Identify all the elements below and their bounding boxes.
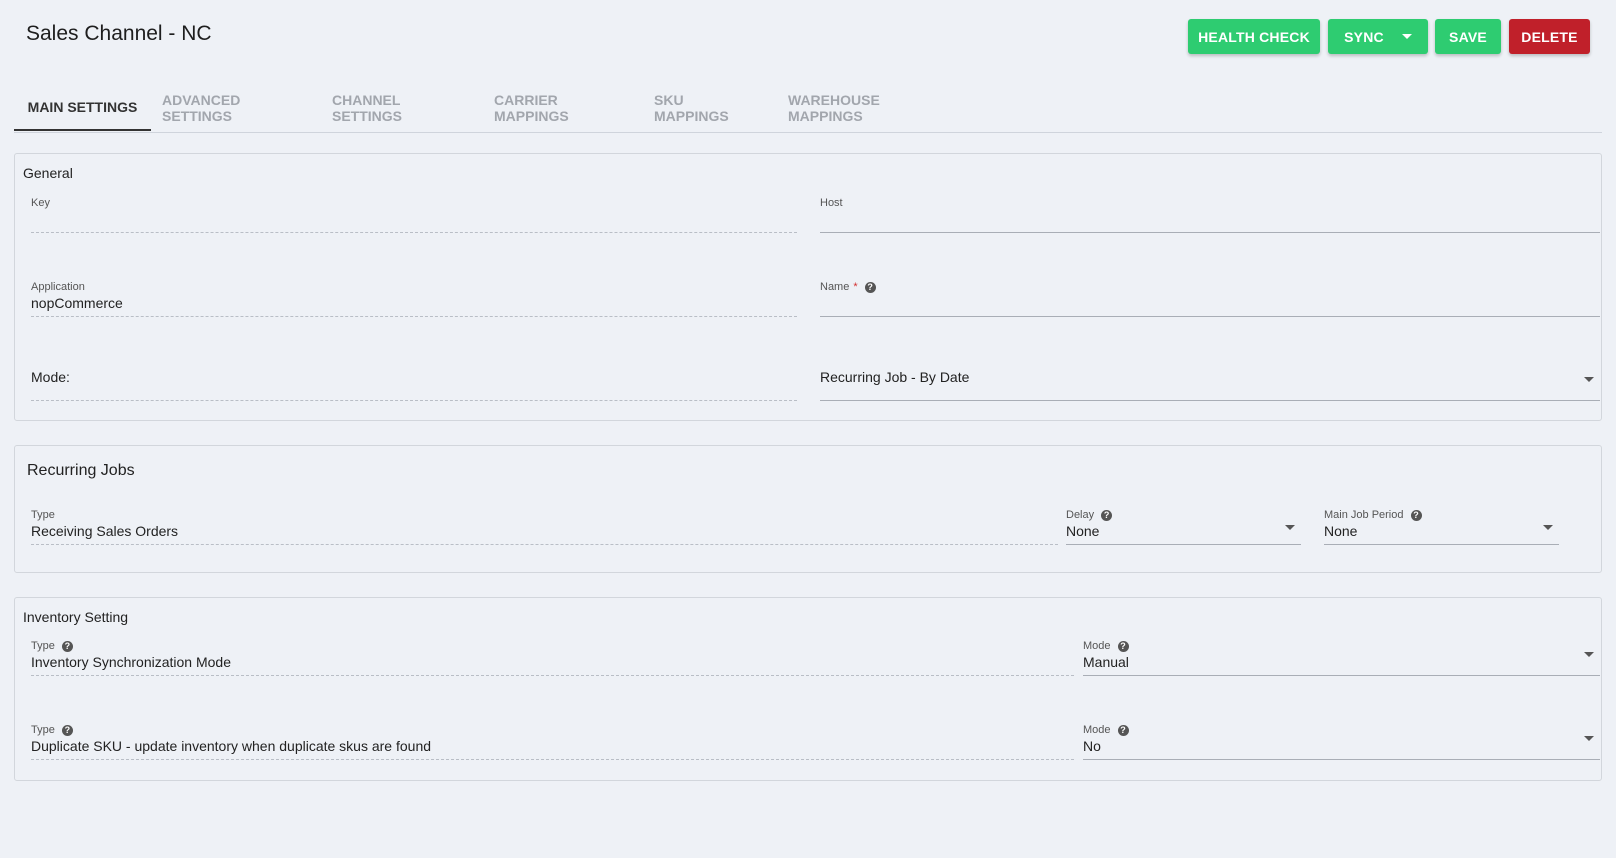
health-check-label: HEALTH CHECK (1198, 28, 1310, 45)
duplicate-sku-type-value: Duplicate SKU - update inventory when du… (31, 738, 432, 754)
chevron-down-icon (1401, 34, 1412, 39)
key-field[interactable]: Key (31, 197, 797, 233)
key-underline (31, 232, 797, 233)
inventory-type-label: Type (31, 640, 55, 652)
application-underline (31, 316, 797, 317)
help-circle-icon[interactable]: ? (1117, 640, 1129, 652)
caret-down-icon (1584, 736, 1594, 741)
recurring-type-value: Receiving Sales Orders (31, 523, 179, 539)
caret-down-icon (1584, 652, 1594, 657)
help-circle-icon[interactable]: ? (1410, 509, 1422, 521)
main-job-period-select[interactable]: Main Job Period ? None (1324, 509, 1559, 545)
help-circle-icon[interactable]: ? (1101, 509, 1113, 521)
save-label: SAVE (1449, 28, 1487, 45)
delay-label-group: Delay ? (1066, 509, 1113, 521)
inventory-mode-underline (1083, 675, 1600, 676)
help-circle-icon[interactable]: ? (1117, 724, 1129, 736)
duplicate-sku-mode-label: Mode (1083, 724, 1111, 736)
key-label: Key (31, 197, 50, 209)
name-label-group: Name * ? (820, 281, 876, 293)
duplicate-sku-mode-select[interactable]: Mode ? No (1083, 724, 1600, 760)
duplicate-sku-type-label-group: Type ? (31, 724, 73, 736)
delay-underline (1066, 544, 1301, 545)
tab-carrier-mappings[interactable]: CARRIER MAPPINGS (494, 84, 626, 131)
page-title: Sales Channel - NC (26, 22, 212, 45)
name-underline (820, 316, 1600, 317)
inventory-type-field[interactable]: Type ? Inventory Synchronization Mode (31, 640, 1074, 676)
main-job-period-label: Main Job Period (1324, 509, 1404, 521)
tab-main-settings[interactable]: MAIN SETTINGS (14, 84, 151, 131)
inventory-type-underline (31, 675, 1074, 676)
sync-label: SYNC (1344, 28, 1384, 45)
delay-value: None (1066, 523, 1100, 539)
recurring-type-label: Type (31, 509, 55, 521)
inventory-type-value: Inventory Synchronization Mode (31, 654, 231, 670)
mode-label-field: Mode: (31, 359, 797, 401)
application-value: nopCommerce (31, 295, 123, 311)
name-field[interactable]: Name * ? (820, 281, 1600, 317)
tab-advanced-settings[interactable]: ADVANCED SETTINGS (162, 84, 304, 131)
general-title: General (23, 165, 73, 181)
save-button[interactable]: SAVE (1435, 19, 1501, 54)
name-label: Name (820, 281, 850, 293)
main-job-period-value: None (1324, 523, 1358, 539)
inventory-type-label-group: Type ? (31, 640, 73, 652)
duplicate-sku-mode-label-group: Mode ? (1083, 724, 1129, 736)
recurring-jobs-title: Recurring Jobs (27, 462, 135, 479)
recurring-jobs-card: Recurring Jobs Type Receiving Sales Orde… (14, 445, 1602, 573)
tab-sku-mappings[interactable]: SKU MAPPINGS (654, 84, 758, 131)
inventory-mode-label-group: Mode ? (1083, 640, 1129, 652)
sync-button[interactable]: SYNC (1328, 19, 1428, 54)
tab-channel-settings[interactable]: CHANNEL SETTINGS (332, 84, 466, 131)
application-label: Application (31, 281, 85, 293)
delay-label: Delay (1066, 509, 1095, 521)
mode-label: Mode: (31, 369, 70, 385)
caret-down-icon (1543, 525, 1553, 530)
required-asterisk: * (853, 281, 858, 293)
inventory-setting-card: Inventory Setting Type ? Inventory Synch… (14, 597, 1602, 781)
inventory-mode-label: Mode (1083, 640, 1111, 652)
health-check-button[interactable]: HEALTH CHECK (1188, 19, 1320, 54)
inventory-setting-title: Inventory Setting (23, 609, 129, 625)
mode-label-underline (31, 400, 797, 401)
host-label: Host (820, 197, 843, 209)
inventory-mode-value: Manual (1083, 654, 1129, 670)
caret-down-icon (1584, 377, 1594, 382)
help-circle-icon[interactable]: ? (61, 724, 73, 736)
delay-select[interactable]: Delay ? None (1066, 509, 1301, 545)
duplicate-sku-type-underline (31, 759, 1074, 760)
mode-value: Recurring Job - By Date (820, 369, 970, 385)
mode-select[interactable]: Recurring Job - By Date (820, 359, 1600, 401)
recurring-type-underline (31, 544, 1058, 545)
delete-label: DELETE (1521, 28, 1578, 45)
main-job-period-underline (1324, 544, 1559, 545)
main-job-period-label-group: Main Job Period ? (1324, 509, 1422, 521)
duplicate-sku-type-label: Type (31, 724, 55, 736)
delete-button[interactable]: DELETE (1509, 19, 1590, 54)
caret-down-icon (1285, 525, 1295, 530)
duplicate-sku-type-field[interactable]: Type ? Duplicate SKU - update inventory … (31, 724, 1074, 760)
host-field[interactable]: Host (820, 197, 1600, 233)
duplicate-sku-mode-value: No (1083, 738, 1101, 754)
mode-select-underline (820, 400, 1600, 401)
tab-bar: MAIN SETTINGS ADVANCED SETTINGS CHANNEL … (14, 84, 1602, 133)
duplicate-sku-mode-underline (1083, 759, 1600, 760)
tab-warehouse-mappings[interactable]: WAREHOUSE MAPPINGS (788, 84, 948, 131)
general-card: General Key Host Application nopCommerce… (14, 153, 1602, 421)
help-circle-icon[interactable]: ? (61, 640, 73, 652)
application-field[interactable]: Application nopCommerce (31, 281, 797, 317)
inventory-mode-select[interactable]: Mode ? Manual (1083, 640, 1600, 676)
help-circle-icon[interactable]: ? (864, 281, 876, 293)
host-underline (820, 232, 1600, 233)
recurring-type-field[interactable]: Type Receiving Sales Orders (31, 509, 1058, 545)
